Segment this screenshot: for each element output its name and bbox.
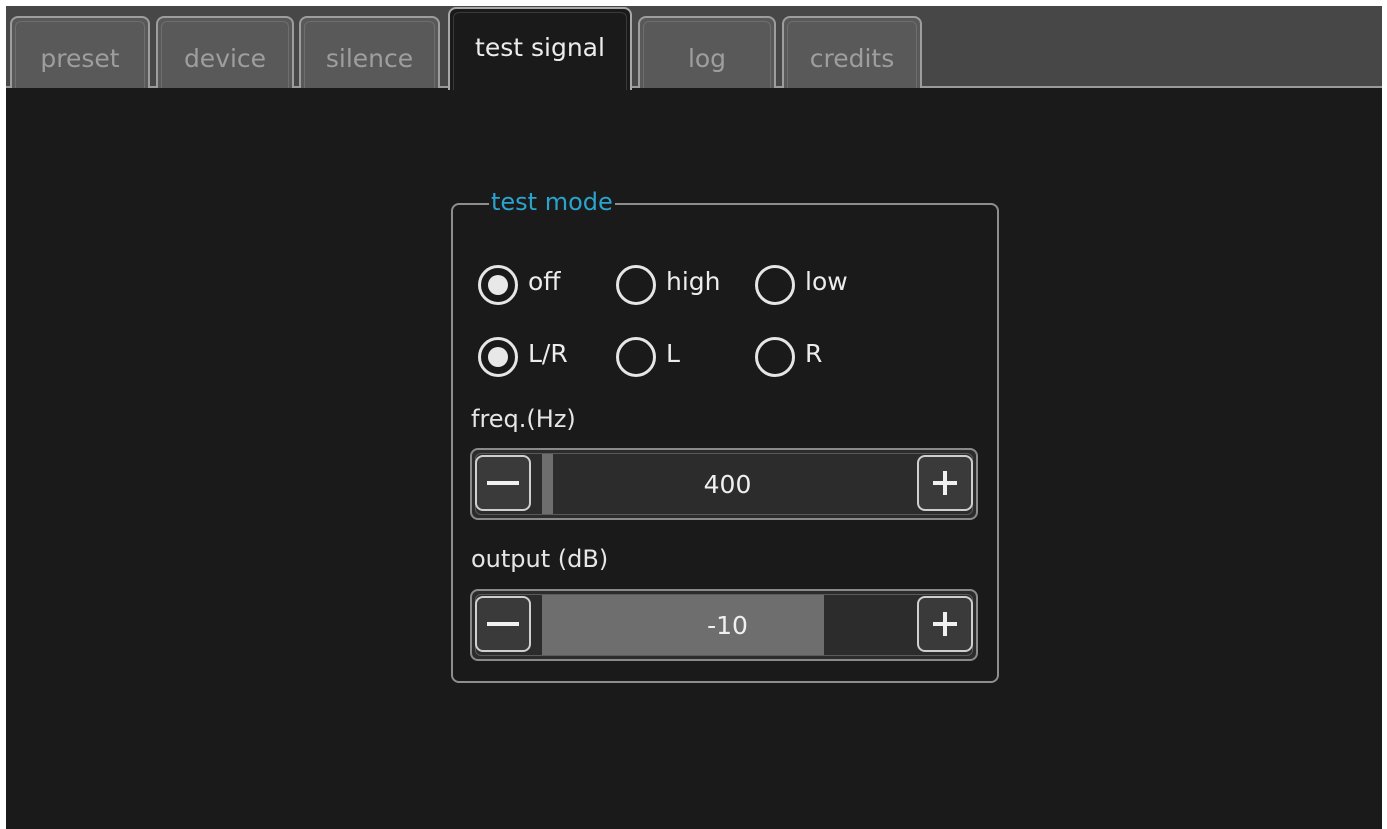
- freq-stepper[interactable]: 400: [470, 448, 978, 520]
- minus-icon: [487, 622, 519, 626]
- radio-channel-lr[interactable]: L/R: [478, 337, 588, 379]
- tab-silence[interactable]: silence: [299, 16, 440, 88]
- radio-unchecked-icon: [616, 265, 656, 305]
- output-decrement-button[interactable]: [475, 596, 531, 652]
- output-stepper[interactable]: -10: [470, 589, 978, 661]
- output-label: output (dB): [471, 545, 609, 573]
- radio-label: off: [528, 267, 561, 296]
- freq-slider-track[interactable]: 400: [542, 454, 913, 514]
- freq-decrement-button[interactable]: [475, 455, 531, 511]
- radio-label: low: [805, 267, 848, 296]
- tab-label: preset: [40, 44, 120, 73]
- tab-bar: preset device silence test signal log cr…: [6, 6, 1382, 90]
- tab-log[interactable]: log: [638, 16, 776, 88]
- tab-label: test signal: [475, 33, 605, 62]
- radio-checked-icon: [478, 265, 518, 305]
- tab-device[interactable]: device: [156, 16, 294, 88]
- radio-label: R: [805, 339, 823, 368]
- tab-credits[interactable]: credits: [782, 16, 922, 88]
- plus-icon: [933, 471, 957, 495]
- tab-label: device: [183, 44, 267, 73]
- radio-label: L/R: [528, 339, 568, 368]
- tab-test-signal[interactable]: test signal: [448, 7, 632, 90]
- output-increment-button[interactable]: [917, 596, 973, 652]
- app-window: preset device silence test signal log cr…: [6, 6, 1382, 829]
- freq-value: 400: [703, 470, 752, 499]
- radio-checked-icon: [478, 337, 518, 377]
- minus-icon: [487, 481, 519, 485]
- radio-unchecked-icon: [755, 265, 795, 305]
- output-value: -10: [707, 611, 748, 640]
- radio-channel-r[interactable]: R: [755, 337, 855, 379]
- freq-label: freq.(Hz): [471, 405, 576, 433]
- radio-channel-l[interactable]: L: [616, 337, 716, 379]
- radio-unchecked-icon: [755, 337, 795, 377]
- freq-increment-button[interactable]: [917, 455, 973, 511]
- radio-mode-high[interactable]: high: [616, 265, 736, 307]
- radio-label: L: [666, 339, 680, 368]
- plus-icon: [933, 612, 957, 636]
- output-slider-track[interactable]: -10: [542, 595, 913, 655]
- tab-label: log: [687, 44, 727, 73]
- radio-mode-off[interactable]: off: [478, 265, 588, 307]
- radio-unchecked-icon: [616, 337, 656, 377]
- tab-label: credits: [809, 44, 895, 73]
- test-mode-group: test mode off high low L/R L R freq.(Hz): [451, 187, 999, 683]
- radio-mode-low[interactable]: low: [755, 265, 865, 307]
- tab-preset[interactable]: preset: [10, 16, 150, 88]
- radio-label: high: [666, 267, 721, 296]
- tab-label: silence: [325, 44, 414, 73]
- group-title: test mode: [489, 187, 615, 217]
